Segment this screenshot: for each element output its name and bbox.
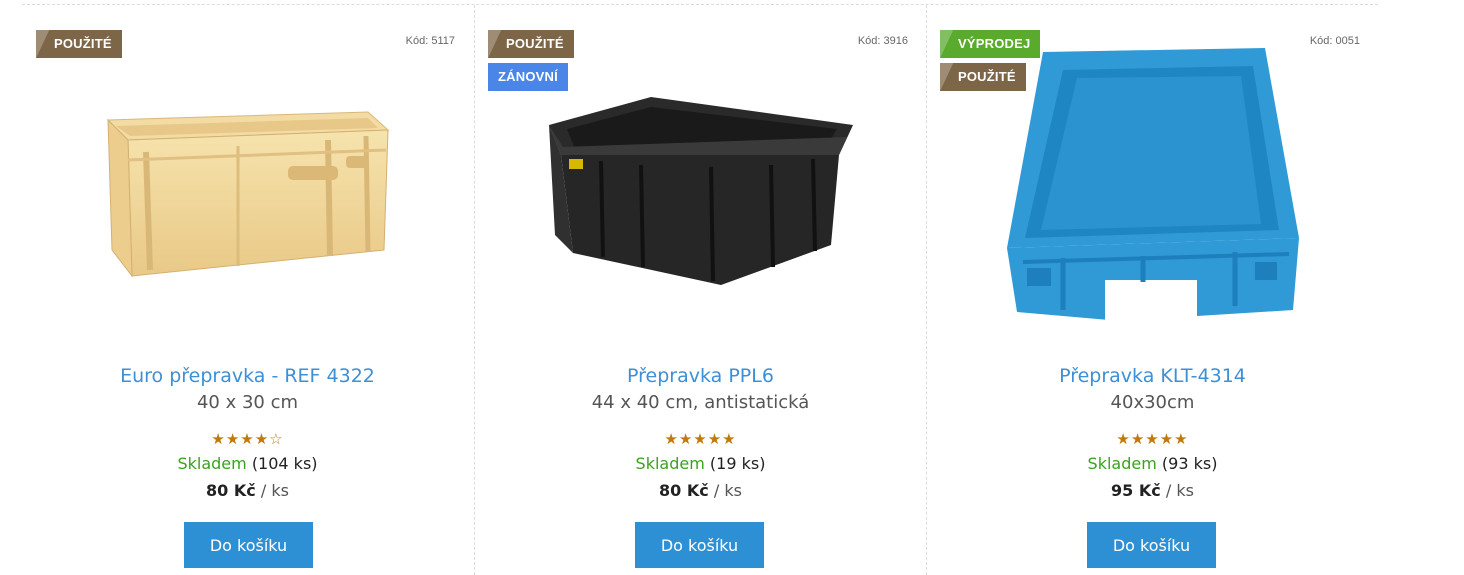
add-to-cart-button[interactable]: Do košíku <box>635 522 764 568</box>
price-unit: / ks <box>713 481 742 500</box>
stock-quantity: (104 ks) <box>251 454 318 473</box>
add-to-cart-button[interactable]: Do košíku <box>1087 522 1216 568</box>
product-image-blue-crate[interactable] <box>1003 48 1303 338</box>
product-name-link[interactable]: Přepravka PPL6 <box>475 365 926 387</box>
availability-label: Skladem <box>635 454 705 473</box>
product-image-link[interactable] <box>927 43 1378 343</box>
stock-status: Skladem (93 ks) <box>927 454 1378 473</box>
stock-status: Skladem (104 ks) <box>22 454 473 473</box>
rating-stars: ★★★★☆ <box>211 430 284 448</box>
price: 80 Kč / ks <box>475 481 926 500</box>
product-description: 40 x 30 cm <box>196 392 299 413</box>
product-card: VÝPRODEJ POUŽITÉ Kód: 0051 Přepravka KLT… <box>926 5 1378 575</box>
price: 95 Kč / ks <box>927 481 1378 500</box>
product-name-link[interactable]: Přepravka KLT-4314 <box>927 365 1378 387</box>
rating-stars: ★★★★★ <box>664 430 737 448</box>
product-image-link[interactable] <box>22 40 473 350</box>
stock-status: Skladem (19 ks) <box>475 454 926 473</box>
rating-stars: ★★★★★ <box>1116 430 1189 448</box>
stock-quantity: (93 ks) <box>1161 454 1218 473</box>
add-to-cart-button[interactable]: Do košíku <box>184 522 313 568</box>
product-description: 40x30cm <box>1110 392 1195 413</box>
price-unit: / ks <box>260 481 289 500</box>
product-card: POUŽITÉ ZÁNOVNÍ Kód: 3916 Přepravka PPL6… <box>474 5 926 575</box>
stock-quantity: (19 ks) <box>709 454 766 473</box>
price-value: 80 Kč <box>659 481 709 500</box>
price-value: 80 Kč <box>206 481 256 500</box>
product-image-black-crate[interactable] <box>541 95 861 295</box>
price-value: 95 Kč <box>1111 481 1161 500</box>
product-description: 44 x 40 cm, antistatická <box>591 392 810 413</box>
product-name-link[interactable]: Euro přepravka - REF 4322 <box>22 365 473 387</box>
product-card: POUŽITÉ Kód: 5117 Euro přepravka - REF 4… <box>22 5 473 575</box>
price-unit: / ks <box>1165 481 1194 500</box>
availability-label: Skladem <box>177 454 247 473</box>
price: 80 Kč / ks <box>22 481 473 500</box>
product-image-link[interactable] <box>475 40 926 350</box>
availability-label: Skladem <box>1087 454 1157 473</box>
product-image-beige-crate[interactable] <box>98 100 398 290</box>
